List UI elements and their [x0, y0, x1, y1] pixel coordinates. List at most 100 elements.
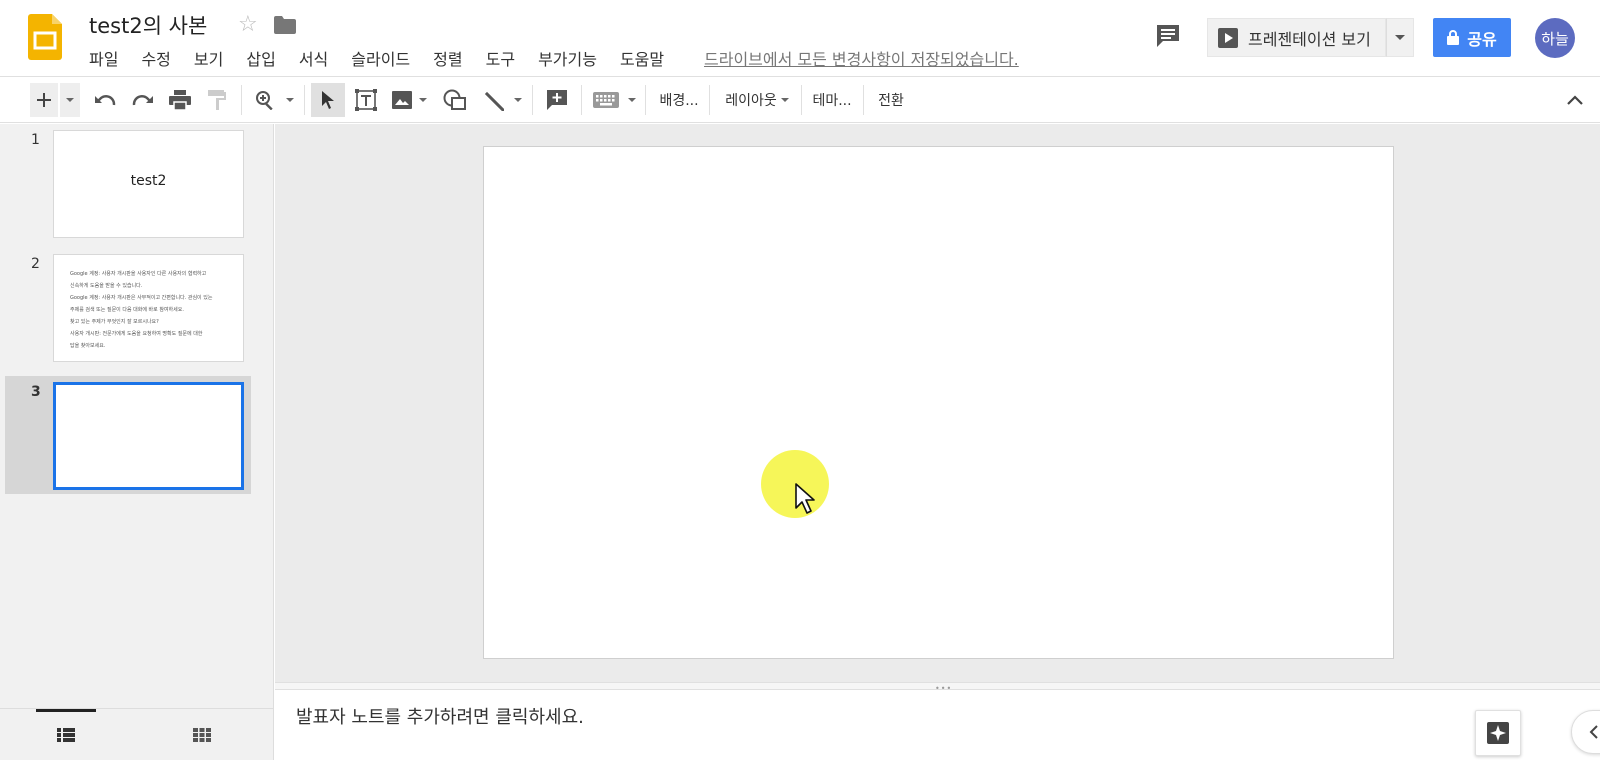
explore-button[interactable]	[1475, 710, 1521, 756]
theme-button[interactable]: 테마...	[806, 83, 858, 117]
paint-format-icon	[208, 90, 226, 110]
slide-entry-3[interactable]: 3	[5, 376, 251, 494]
menu-help[interactable]: 도움말	[614, 46, 670, 70]
filmstrip-view-bar	[0, 708, 273, 760]
plus-icon	[37, 93, 51, 107]
chevron-down-icon	[1394, 35, 1405, 40]
slides-logo-icon[interactable]	[28, 14, 62, 60]
chevron-left-icon	[1589, 725, 1598, 739]
zoom-dropdown[interactable]	[282, 83, 298, 117]
thumbnail-line: 신속하게 도움을 받을 수 있습니다.	[70, 283, 143, 289]
comments-icon[interactable]	[1154, 22, 1182, 50]
chevron-down-icon	[514, 98, 522, 102]
new-slide-dropdown[interactable]	[60, 83, 80, 117]
line-dropdown[interactable]	[510, 83, 526, 117]
thumbnail-text: Google 계정: 사용자 개시판을 사용자인 다른 사용자의 협력하고 신속…	[70, 268, 229, 352]
slide-filmstrip: 1 test2 2 Google 계정: 사용자 개시판을 사용자인 다른 사용…	[0, 124, 274, 760]
new-slide-button[interactable]	[30, 83, 58, 117]
slide-thumbnail-1[interactable]: test2	[53, 130, 244, 238]
menu-slide[interactable]: 슬라이드	[345, 46, 416, 70]
image-icon	[392, 91, 412, 109]
menu-file[interactable]: 파일	[89, 46, 124, 70]
insert-image-dropdown[interactable]	[416, 83, 430, 117]
chevron-up-icon	[1567, 95, 1583, 105]
transition-button[interactable]: 전환	[869, 83, 913, 117]
menu-tools[interactable]: 도구	[480, 46, 521, 70]
print-icon	[169, 90, 191, 110]
thumbnail-line: Google 계정: 사용자 개시판을 사용자인 다른 사용자의 협력하고	[70, 271, 207, 277]
background-button[interactable]: 배경...	[651, 83, 707, 117]
slide-thumbnail-3[interactable]	[53, 382, 244, 490]
menu-format[interactable]: 서식	[293, 46, 334, 70]
redo-icon	[132, 95, 153, 106]
insert-image-button[interactable]	[388, 83, 416, 117]
slide-thumbnail-2[interactable]: Google 계정: 사용자 개시판을 사용자인 다른 사용자의 협력하고 신속…	[53, 254, 244, 362]
menu-arrange[interactable]: 정렬	[427, 46, 468, 70]
line-icon	[484, 91, 504, 111]
document-title[interactable]: test2의 사본	[89, 10, 207, 40]
menu-bar: 파일 수정 보기 삽입 서식 슬라이드 정렬 도구 부가기능 도움말	[89, 46, 681, 70]
thumbnail-line: 답을 찾아보세요.	[70, 343, 106, 349]
add-comment-button[interactable]	[540, 83, 574, 117]
list-view-icon	[57, 728, 75, 742]
text-box-icon	[355, 89, 377, 111]
explore-icon	[1487, 722, 1509, 744]
header: test2의 사본 ☆ 파일 수정 보기 삽입 서식 슬라이드 정렬 도구 부가…	[0, 0, 1600, 76]
thumbnail-line: Google 계정: 사용자 개시판은 사무적이고 간편합니다. 관심이 있는	[70, 295, 213, 301]
present-dropdown-button[interactable]	[1385, 18, 1414, 57]
transition-label: 전환	[878, 93, 904, 109]
slide-entry-1[interactable]: 1 test2	[5, 124, 251, 242]
save-status[interactable]: 드라이브에서 모든 변경사항이 저장되었습니다.	[704, 46, 1019, 70]
chevron-down-icon	[419, 98, 427, 102]
text-box-button[interactable]	[349, 83, 383, 117]
slide-number: 2	[31, 256, 40, 272]
cursor-arrow-icon	[322, 91, 334, 109]
slide-entry-2[interactable]: 2 Google 계정: 사용자 개시판을 사용자인 다른 사용자의 협력하고 …	[5, 248, 251, 366]
folder-icon[interactable]	[274, 16, 296, 34]
line-button[interactable]	[478, 83, 508, 117]
grid-view-icon	[193, 728, 211, 742]
grid-view-button[interactable]	[172, 709, 232, 761]
shape-button[interactable]	[438, 83, 472, 117]
avatar[interactable]: 하늘	[1535, 18, 1575, 58]
thumbnail-line: 사용자 개시판: 전문가에게 도움을 요청하여 명확도 질문에 대한	[70, 331, 203, 337]
input-tools-dropdown[interactable]	[625, 83, 639, 117]
print-button[interactable]	[163, 83, 197, 117]
side-panel-toggle[interactable]	[1571, 710, 1600, 754]
keyboard-icon	[593, 92, 619, 108]
undo-icon	[95, 95, 116, 106]
slide-number: 3	[31, 384, 41, 400]
play-icon	[1218, 27, 1238, 48]
chevron-down-icon	[628, 98, 636, 102]
present-label: 프레젠테이션 보기	[1248, 29, 1371, 49]
menu-view[interactable]: 보기	[188, 46, 229, 70]
notes-resize-handle[interactable]: •••	[275, 682, 1600, 693]
present-button[interactable]: 프레젠테이션 보기	[1207, 18, 1386, 57]
thumbnail-line: 주제를 검색 또는 질문이 다음 대화에 바로 참여하세요.	[70, 307, 184, 313]
redo-button[interactable]	[126, 83, 160, 117]
star-icon[interactable]: ☆	[238, 12, 258, 37]
share-button[interactable]: 공유	[1433, 18, 1511, 57]
input-tools-button[interactable]	[588, 83, 624, 117]
slide-canvas[interactable]	[483, 146, 1394, 659]
zoom-button[interactable]	[250, 83, 280, 117]
paint-format-button[interactable]	[200, 83, 234, 117]
undo-button[interactable]	[88, 83, 122, 117]
lock-icon	[1447, 30, 1460, 45]
layout-label: 레이아웃	[725, 93, 777, 109]
editor-canvas-area	[275, 124, 1600, 682]
speaker-notes-input[interactable]: 발표자 노트를 추가하려면 클릭하세요.	[296, 703, 584, 729]
select-tool-button[interactable]	[311, 83, 345, 117]
layout-button[interactable]: 레이아웃	[715, 83, 799, 117]
present-group: 프레젠테이션 보기	[1207, 18, 1414, 57]
share-label: 공유	[1467, 29, 1497, 49]
menu-addons[interactable]: 부가기능	[532, 46, 603, 70]
speaker-notes: 발표자 노트를 추가하려면 클릭하세요.	[275, 690, 1600, 760]
collapse-toolbar-button[interactable]	[1560, 83, 1590, 117]
filmstrip-view-button[interactable]	[36, 709, 96, 761]
menu-edit[interactable]: 수정	[135, 46, 176, 70]
thumbnail-line: 찾고 있는 주제가 무엇인지 잘 모르시나요?	[70, 319, 159, 325]
toolbar: 배경... 레이아웃 테마... 전환	[0, 76, 1600, 123]
menu-insert[interactable]: 삽입	[240, 46, 281, 70]
theme-label: 테마...	[812, 93, 852, 109]
